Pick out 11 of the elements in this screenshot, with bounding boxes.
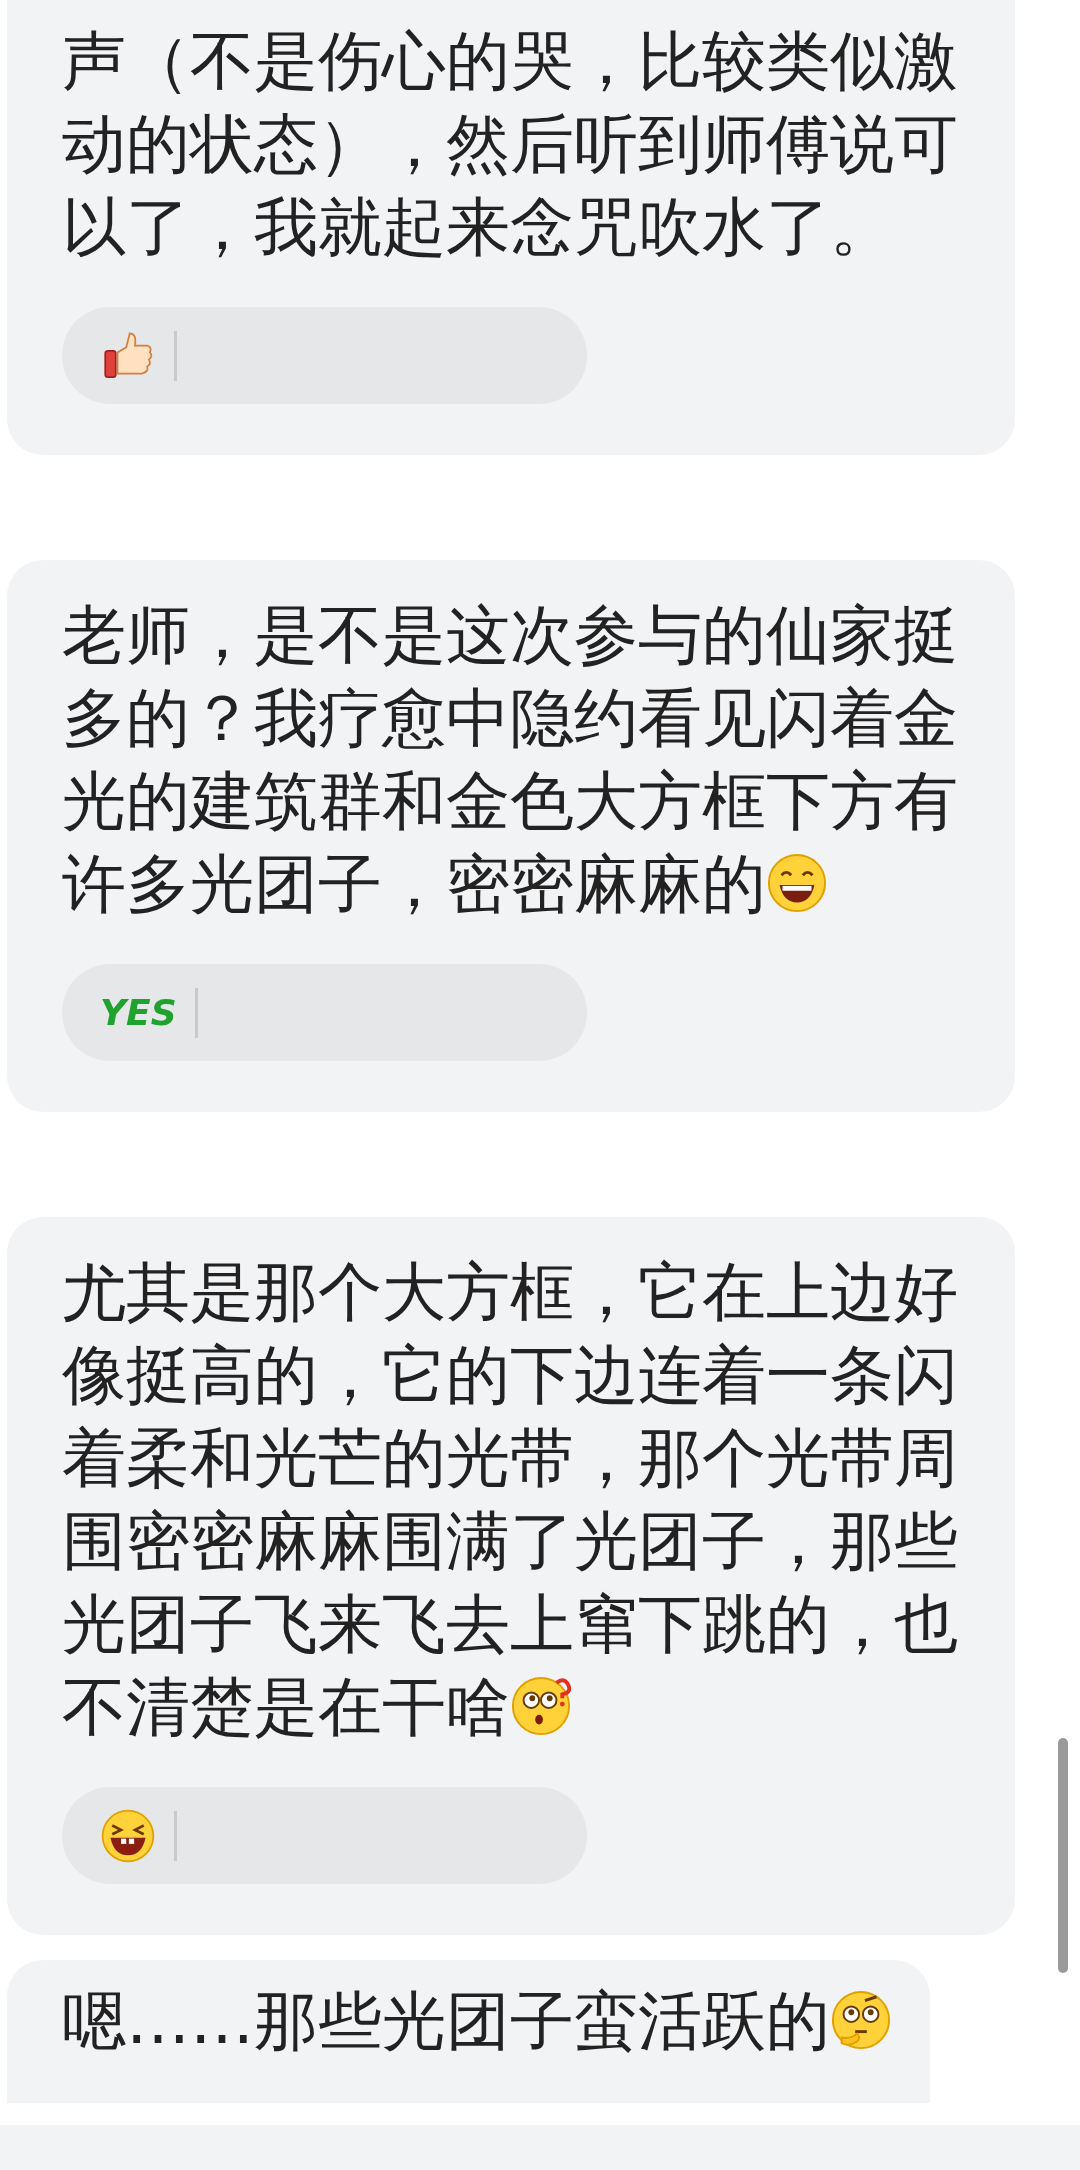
reaction-label[interactable]: YES: [100, 994, 177, 1031]
grinning-face-icon: [766, 852, 828, 914]
message-text: 嗯……那些光团子蛮活跃的: [62, 1980, 962, 2063]
scrollbar[interactable]: [1058, 1738, 1068, 1973]
message-text: 声（不是伤心的哭，比较类似激动的状态），然后听到师傅说可以了，我就起来念咒吹水了。: [62, 23, 959, 266]
message-text: 尤其是那个大方框，它在上边好像挺高的，它的下边连着一条闪着柔和光芒的光带，那个光带周围密密麻麻围满了光团子，那些光团子飞来飞去上窜下跳的，也不清楚是在干啥: [62, 1254, 959, 1746]
laughing-face-icon[interactable]: [100, 1807, 156, 1864]
puzzled-face-icon: [510, 1675, 572, 1737]
reaction-pill[interactable]: YES: [62, 964, 587, 1061]
message-text: 老师，是不是这次参与的仙家挺多的？我疗愈中隐约看见闪着金光的建筑群和金色大方框下方有许多光团子，密密麻麻的: [62, 597, 959, 923]
thinking-face-icon: [830, 1989, 892, 2051]
